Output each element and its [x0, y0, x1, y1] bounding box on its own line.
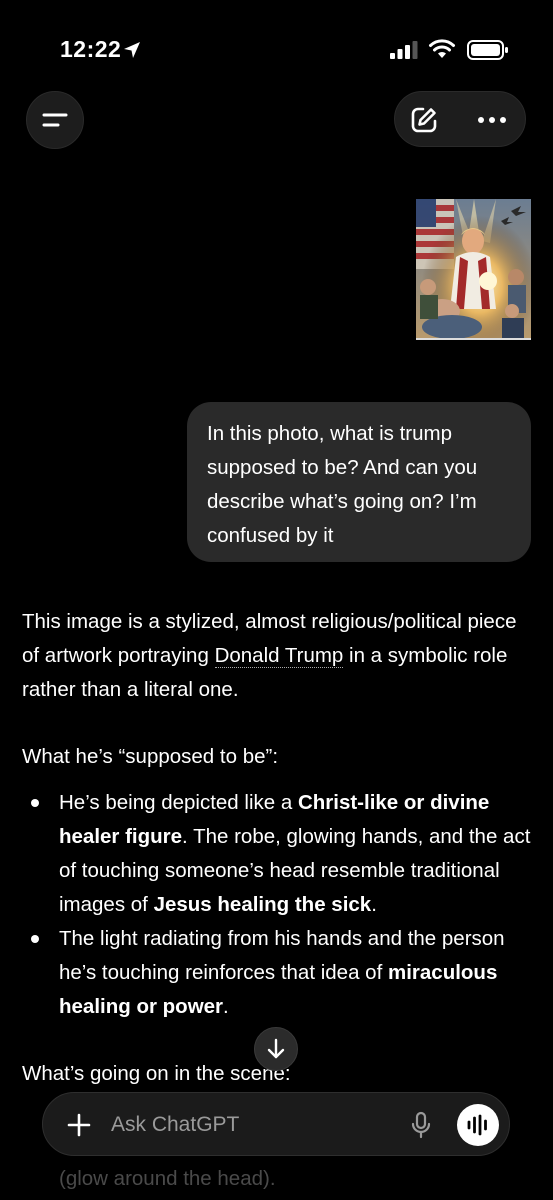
user-message-line: supposed to be? And can you: [207, 456, 478, 479]
bullet-list: He’s being depicted like a Christ-like o…: [22, 786, 532, 1024]
message-composer: [42, 1092, 510, 1156]
user-message-line: In this photo, what is trump: [207, 422, 452, 445]
assistant-response: This image is a stylized, almost religio…: [22, 605, 532, 1091]
user-message-line: describe what’s going on? I’m: [207, 490, 477, 513]
cellular-signal-icon: [390, 41, 418, 59]
attach-button[interactable]: [65, 1111, 93, 1139]
arrow-down-icon: [267, 1038, 285, 1059]
voice-waveform-icon: [467, 1114, 487, 1136]
user-message-line: confused by it: [207, 524, 334, 547]
assistant-faded-line: (glow around the head).: [59, 1167, 276, 1190]
user-message-bubble: In this photo, what is trump supposed to…: [187, 402, 531, 562]
list-item: He’s being depicted like a Christ-like o…: [22, 786, 532, 922]
status-bar: 12:22: [0, 0, 553, 92]
voice-mode-button[interactable]: [457, 1104, 499, 1146]
new-chat-edit-icon: [411, 107, 437, 133]
battery-icon: [467, 40, 508, 60]
donald-trump-link[interactable]: Donald Trump: [214, 644, 344, 668]
sidebar-menu-button[interactable]: [26, 91, 84, 149]
status-time: 12:22: [60, 36, 122, 62]
assistant-intro-paragraph: This image is a stylized, almost religio…: [22, 605, 532, 707]
attached-image-thumbnail[interactable]: [416, 199, 531, 340]
microphone-icon: [411, 1111, 431, 1139]
new-chat-button[interactable]: [408, 104, 440, 136]
more-dots-icon: [478, 117, 506, 123]
dictation-button[interactable]: [407, 1111, 435, 1139]
more-options-button[interactable]: [470, 104, 514, 136]
header-actions: [394, 91, 526, 147]
attached-image-illustration: [416, 199, 531, 338]
location-arrow-icon: [124, 42, 140, 58]
ask-chatgpt-input[interactable]: [111, 1113, 391, 1137]
list-item: The light radiating from his hands and t…: [22, 922, 532, 1024]
plus-icon: [67, 1113, 91, 1137]
wifi-icon: [429, 39, 455, 58]
section-heading-supposed-to-be: What he’s “supposed to be”:: [22, 745, 279, 768]
scroll-to-bottom-button[interactable]: [254, 1027, 298, 1071]
menu-icon: [42, 113, 68, 127]
